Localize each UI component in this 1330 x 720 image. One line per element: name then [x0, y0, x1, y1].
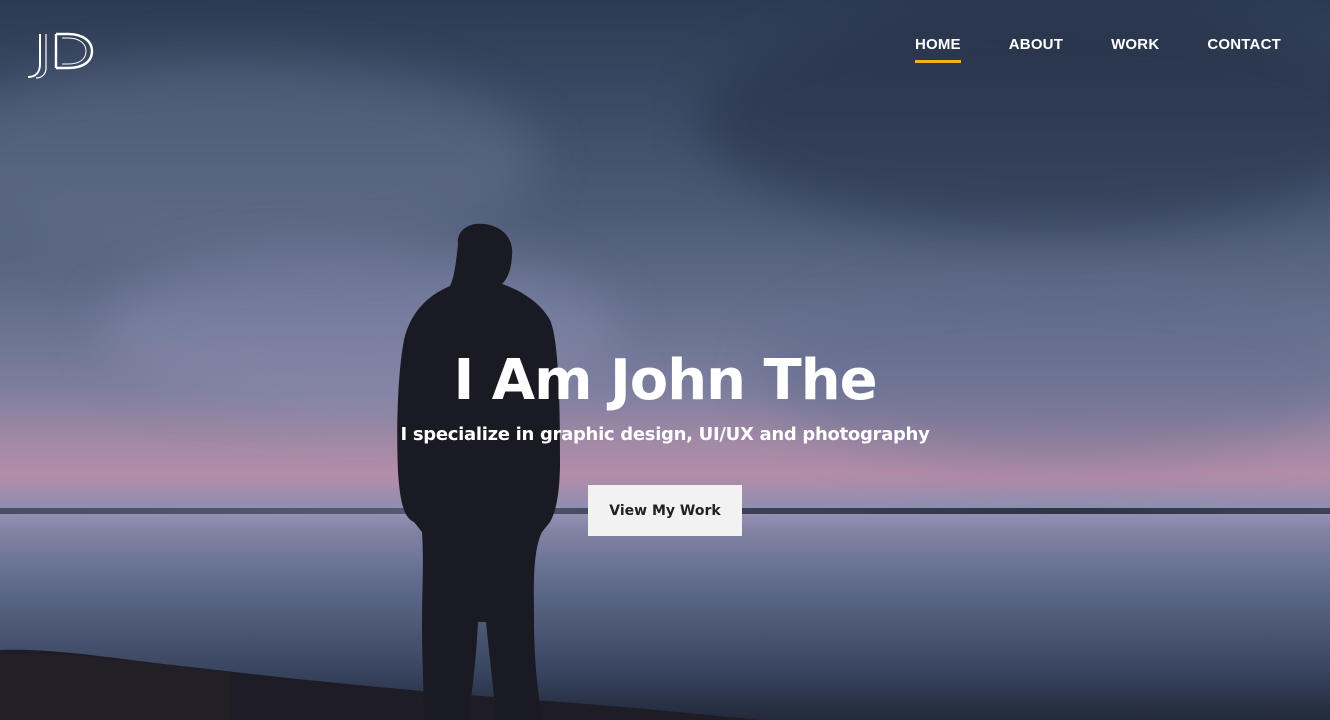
nav-item-work[interactable]: WORK [1111, 36, 1159, 63]
view-my-work-button[interactable]: View My Work [588, 485, 742, 536]
shoreline [0, 649, 760, 720]
hero-subheadline: I specialize in graphic design, UI/UX an… [400, 424, 930, 445]
hero-headline: I Am John The [453, 348, 877, 413]
main-nav: HOME ABOUT WORK CONTACT [914, 36, 1281, 63]
hero-section: HOME ABOUT WORK CONTACT I Am John The I … [0, 0, 1330, 720]
nav-item-home[interactable]: HOME [914, 36, 961, 63]
nav-item-about[interactable]: ABOUT [1009, 36, 1063, 63]
logo[interactable] [26, 30, 96, 80]
nav-item-contact[interactable]: CONTACT [1207, 36, 1281, 63]
person-silhouette [397, 223, 560, 720]
